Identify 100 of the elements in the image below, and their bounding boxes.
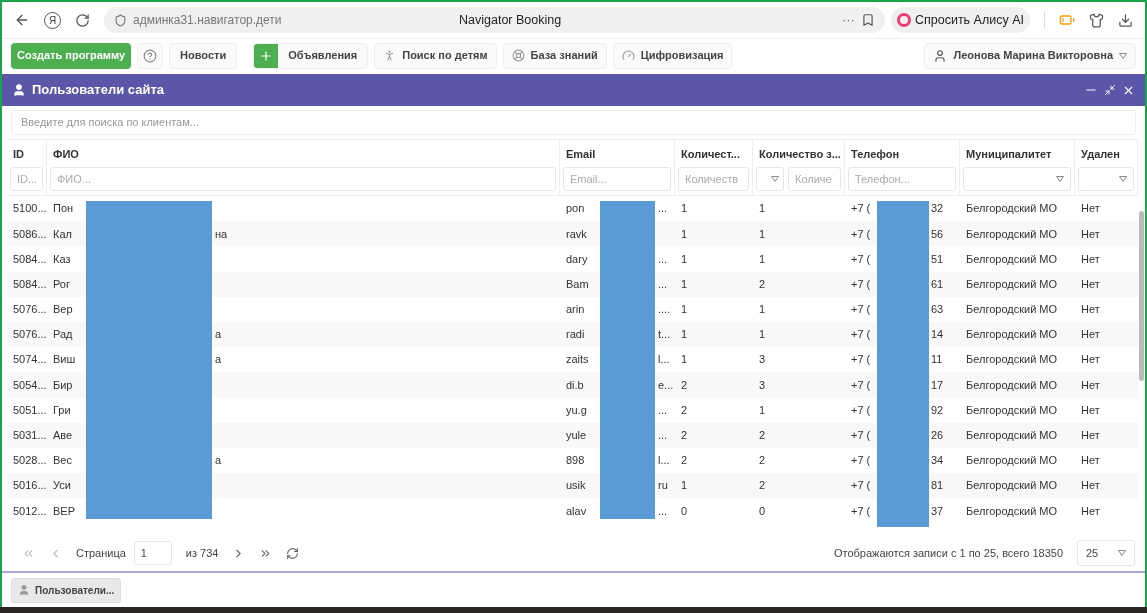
table-cell-text: 1	[759, 328, 766, 341]
filter-field[interactable]: ID...	[10, 167, 43, 191]
table-cell-text: ...	[658, 276, 668, 292]
table-cell-text: 1	[681, 202, 688, 215]
table-cell-text: на	[215, 226, 228, 242]
table-cell-text: 1	[681, 277, 688, 290]
table-cell-text: 1	[759, 202, 766, 215]
reload-icon[interactable]	[75, 12, 90, 28]
table-cell-text: 1	[759, 227, 766, 240]
table-cell-text: Пон	[53, 201, 75, 217]
table-cell-text: radi	[566, 327, 586, 343]
table-cell-text: 2	[681, 454, 688, 467]
column-header[interactable]: ID	[10, 145, 43, 162]
column-header[interactable]: Удален	[1078, 145, 1134, 162]
collapse-icon[interactable]	[1104, 84, 1116, 96]
filter-field[interactable]: ФИО...	[50, 167, 556, 191]
table-cell-text: 5084...	[13, 252, 47, 265]
table-cell-text: Белгородский МО	[966, 378, 1058, 391]
table-cell-text: +7 (	[851, 478, 872, 494]
page-title: Navigator Booking	[459, 11, 563, 29]
toolbar-button[interactable]: Цифровизация	[612, 42, 733, 69]
assistant-button[interactable]: Спросить Алису AI	[890, 7, 1030, 33]
table-cell-text: yu.g	[566, 402, 588, 418]
table-cell-text: Нет	[1081, 202, 1100, 215]
table-cell-text: 14	[931, 327, 944, 343]
filter-field[interactable]: Количе	[788, 167, 841, 191]
filter-field[interactable]: Телефон...	[848, 167, 956, 191]
more-menu[interactable]: ···	[841, 10, 855, 30]
shirt-icon[interactable]	[1089, 12, 1104, 28]
refresh-icon[interactable]	[286, 546, 300, 560]
filter-field[interactable]: Количеств	[678, 167, 749, 191]
page-size-select[interactable]: 25	[1077, 540, 1135, 566]
toolbar-button[interactable]: Поиск по детям	[374, 42, 497, 69]
table-cell-text: 898	[566, 453, 586, 469]
toolbar-button[interactable]: Новости	[169, 42, 238, 69]
table-cell-text: 0	[759, 504, 766, 517]
announcements-button[interactable]: Объявления	[253, 42, 369, 69]
column-header[interactable]: Количество з...	[756, 145, 841, 162]
table-cell-text: 3	[759, 378, 766, 391]
caret-icon	[1118, 550, 1126, 556]
taskbar-button[interactable]: Пользователи...	[11, 577, 122, 603]
table-cell-text: 92	[931, 402, 944, 418]
table-cell-text: Белгородский МО	[966, 353, 1058, 366]
table-cell-text: 2	[759, 454, 766, 467]
back-icon[interactable]	[14, 12, 30, 28]
table-cell-text: 1	[759, 252, 766, 265]
table-cell-text: di.b	[566, 377, 585, 393]
address-bar[interactable]: админка31.навигатор.дети Navigator Booking ···	[104, 7, 885, 33]
page-count: из 734	[185, 545, 219, 561]
table-cell-text: +7 (	[851, 428, 872, 444]
table-cell-text: Белгородский МО	[966, 202, 1058, 215]
table-cell-text: Нет	[1081, 277, 1100, 290]
table-cell-text: Нет	[1081, 328, 1100, 341]
user-icon	[12, 83, 26, 97]
table-cell-text: t...	[658, 327, 671, 343]
table-cell-text: а	[215, 327, 222, 343]
column-header[interactable]: Муниципалитет	[963, 145, 1071, 162]
table-cell-text: dary	[566, 251, 589, 267]
table-cell-text: +7 (	[851, 327, 872, 343]
download-icon[interactable]	[1118, 12, 1133, 28]
table-cell-text: 34	[931, 453, 944, 469]
table-cell-text: ....	[658, 302, 671, 318]
table-cell-text: Аве	[53, 428, 74, 444]
table-cell-text: 5076...	[13, 328, 47, 341]
table-cell-text: Нет	[1081, 252, 1100, 265]
table-cell-text: Нет	[1081, 479, 1100, 492]
table-cell-text: 37	[931, 503, 944, 519]
table-cell-text: 3	[759, 353, 766, 366]
help-button[interactable]	[137, 42, 164, 69]
toolbar-button[interactable]: База знаний	[502, 42, 607, 69]
table-cell-text: Рад	[53, 327, 74, 343]
bookmark-icon[interactable]	[860, 13, 875, 27]
table-cell-text: Гри	[53, 402, 72, 418]
table-cell-text: 32	[931, 201, 944, 217]
table-cell-text: ВЕР	[53, 503, 76, 519]
table-cell-text: 26	[931, 428, 944, 444]
user-menu-button[interactable]: Леонова Марина Викторовна	[924, 42, 1136, 69]
column-header[interactable]: Email	[563, 145, 671, 162]
table-cell-text: +7 (	[851, 402, 872, 418]
table-cell-text: 11	[931, 352, 943, 368]
filter-field[interactable]: Email...	[563, 167, 671, 191]
table-cell-text: Белгородский МО	[966, 277, 1058, 290]
table-cell-text: arin	[566, 302, 586, 318]
column-header[interactable]: Телефон	[848, 145, 956, 162]
page-field[interactable]: 1	[133, 541, 172, 565]
column-header[interactable]: Количест...	[678, 145, 749, 162]
lifebuoy-icon	[511, 49, 525, 62]
table-cell-text: 2	[759, 479, 766, 492]
table-cell-text: Нет	[1081, 353, 1100, 366]
table-cell-text: Вес	[53, 453, 73, 469]
table-cell-text: +7 (	[851, 352, 872, 368]
table-cell-text: Белгородский МО	[966, 429, 1058, 442]
table-cell-text: 1	[759, 403, 766, 416]
table-cell-text: pon	[566, 201, 586, 217]
table-cell-text: 63	[931, 302, 944, 318]
table-cell-text: а	[215, 352, 222, 368]
table-cell-text: 2	[681, 403, 688, 416]
search-field[interactable]: Введите для поиска по клиентам...	[11, 109, 1136, 135]
table-cell-text: 5031...	[13, 429, 47, 442]
column-header[interactable]: ФИО	[50, 145, 556, 162]
